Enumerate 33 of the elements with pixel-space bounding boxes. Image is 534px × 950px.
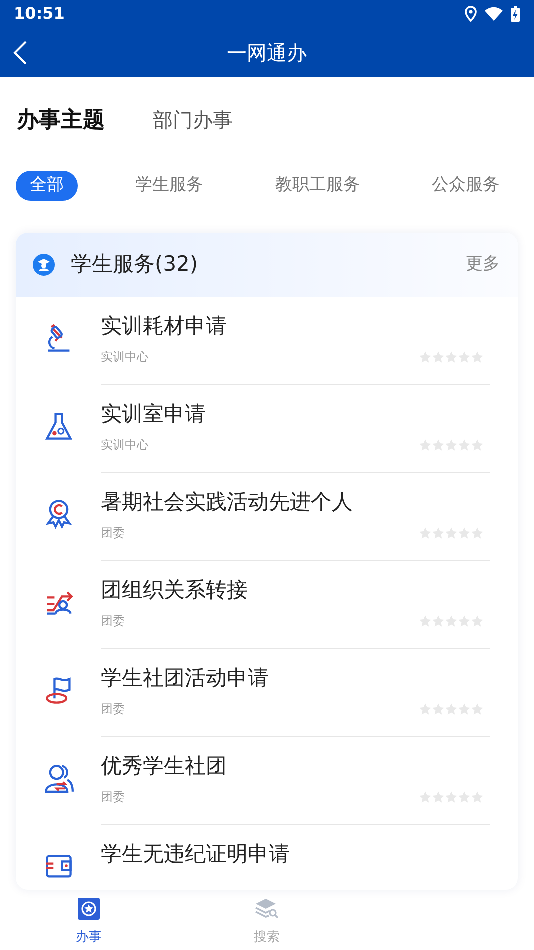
service-title[interactable]: 团组织关系转接: [101, 577, 248, 604]
service-title[interactable]: 学生无违纪证明申请: [101, 841, 290, 868]
filter-chip[interactable]: 全部: [16, 171, 78, 201]
department-label: 团委: [101, 613, 126, 630]
battery-icon: [511, 6, 520, 22]
nav-tab[interactable]: 办事: [0, 890, 178, 948]
graduate-icon: [33, 254, 55, 276]
medal-icon: [44, 499, 74, 529]
back-button[interactable]: [12, 40, 28, 66]
category-tab[interactable]: 办事主题: [17, 104, 105, 136]
department-label: 实训中心: [101, 437, 150, 454]
wifi-icon: [485, 7, 503, 21]
flag-icon: [44, 675, 74, 705]
layers-search-icon: [254, 898, 280, 920]
flask-icon: [44, 411, 74, 441]
filter-chip[interactable]: 公众服务: [418, 171, 514, 201]
page-title: 一网通办: [227, 40, 307, 66]
department-label: 团委: [101, 701, 126, 718]
service-title[interactable]: 实训耗材申请: [101, 313, 227, 340]
filter-chip[interactable]: 学生服务: [122, 171, 218, 201]
status-time: 10:51: [14, 3, 65, 25]
filter-chip[interactable]: 教职工服务: [261, 171, 374, 201]
section-title: 学生服务(32): [71, 251, 198, 278]
department-label: 团委: [101, 525, 126, 542]
category-tab[interactable]: 部门办事: [153, 105, 233, 135]
department-label: 实训中心: [101, 349, 150, 366]
department-label: 团委: [101, 789, 126, 806]
people-icon: [44, 763, 74, 793]
location-icon: [465, 6, 477, 22]
service-title[interactable]: 暑期社会实践活动先进个人: [101, 489, 353, 516]
service-title[interactable]: 实训室申请: [101, 401, 206, 428]
service-title[interactable]: 优秀学生社团: [101, 753, 227, 780]
service-title[interactable]: 学生社团活动申请: [101, 665, 269, 692]
